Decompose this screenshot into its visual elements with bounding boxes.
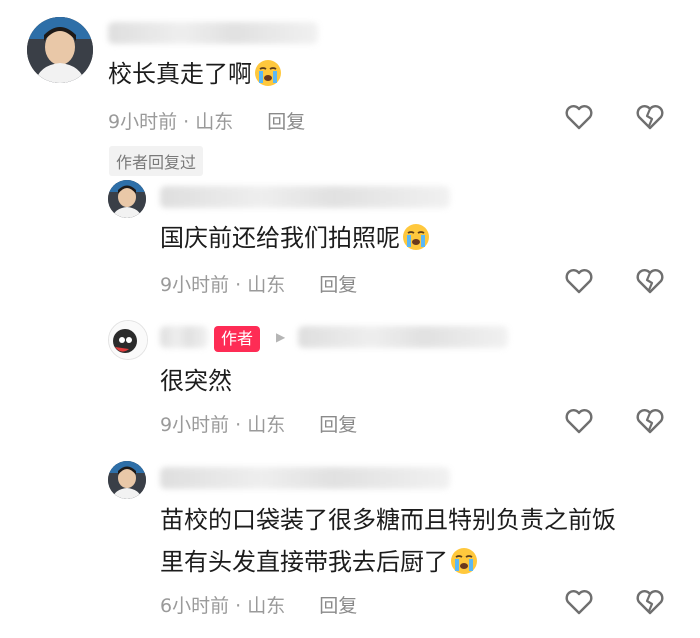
like-heart-icon[interactable] [565, 589, 593, 615]
like-heart-icon[interactable] [565, 408, 593, 434]
author-replied-badge: 作者回复过 [109, 146, 204, 176]
reply-text-line: 苗校的口袋装了很多糖而且特别负责之前饭 [160, 506, 616, 534]
avatar[interactable] [27, 17, 93, 83]
author-name-blurred[interactable] [160, 326, 208, 348]
author-avatar[interactable] [108, 320, 148, 360]
dislike-broken-heart-icon[interactable] [636, 408, 664, 434]
reply-meta: 6小时前 · 山东 回复 [160, 595, 358, 617]
crying-emoji-icon [450, 547, 478, 584]
reply-to-arrow-icon: ▶ [276, 330, 286, 344]
location: 山东 [195, 111, 234, 133]
avatar[interactable] [108, 180, 146, 218]
username-blurred[interactable] [108, 22, 318, 44]
reply-text-line: 里有头发直接带我去后厨了 [160, 545, 616, 584]
location: 山东 [247, 274, 286, 296]
reply-button[interactable]: 回复 [319, 595, 357, 617]
reply-meta: 9小时前 · 山东 回复 [160, 274, 358, 296]
reply-to-name-blurred[interactable] [298, 326, 508, 348]
username-blurred[interactable] [160, 186, 450, 208]
timestamp: 9小时前 [160, 274, 230, 296]
reply-text: 很突然 [160, 367, 232, 395]
timestamp: 9小时前 [160, 414, 230, 436]
dislike-broken-heart-icon[interactable] [636, 589, 664, 615]
reply-text: 国庆前还给我们拍照呢 [160, 221, 430, 260]
location: 山东 [247, 595, 286, 617]
comment-meta: 9小时前 · 山东 回复 [108, 111, 306, 133]
like-heart-icon[interactable] [565, 268, 593, 294]
like-heart-icon[interactable] [565, 104, 593, 130]
username-blurred[interactable] [160, 467, 450, 489]
comment-text: 校长真走了啊 [108, 57, 282, 96]
dislike-broken-heart-icon[interactable] [636, 104, 664, 130]
crying-emoji-icon [402, 223, 430, 260]
reply-meta: 9小时前 · 山东 回复 [160, 414, 358, 436]
reply-button[interactable]: 回复 [319, 274, 357, 296]
reply-button[interactable]: 回复 [267, 111, 305, 133]
author-badge: 作者 [214, 326, 261, 352]
reply-button[interactable]: 回复 [319, 414, 357, 436]
location: 山东 [247, 414, 286, 436]
crying-emoji-icon [254, 59, 282, 96]
avatar[interactable] [108, 461, 146, 499]
timestamp: 6小时前 [160, 595, 230, 617]
reply-text: 苗校的口袋装了很多糖而且特别负责之前饭 里有头发直接带我去后厨了 [160, 503, 616, 584]
timestamp: 9小时前 [108, 111, 178, 133]
dislike-broken-heart-icon[interactable] [636, 268, 664, 294]
